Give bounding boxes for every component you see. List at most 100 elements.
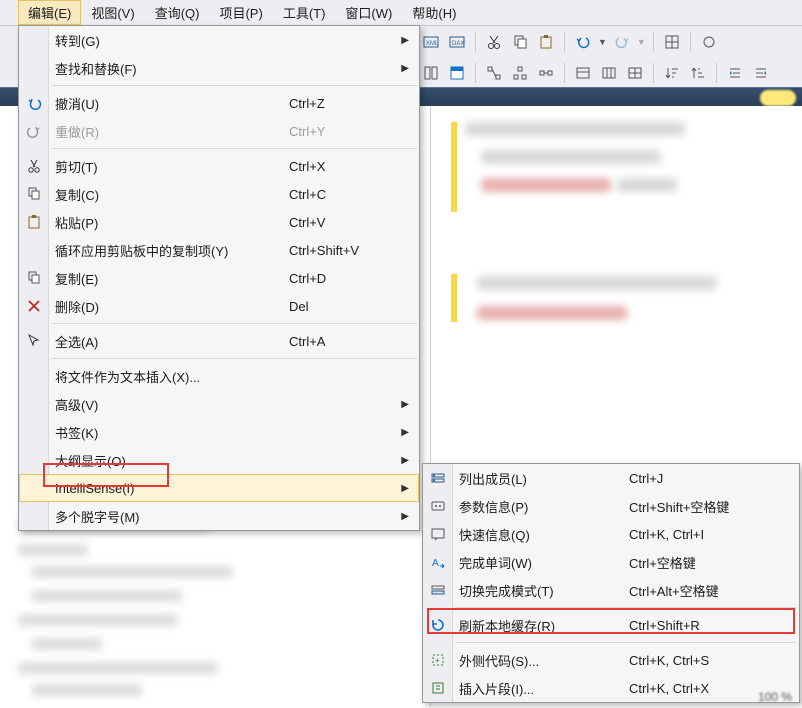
menu-item-label: 撤消(U) [55,94,289,113]
sort1-icon[interactable] [661,62,683,84]
menu-item-label: 全选(A) [55,332,289,351]
menu-item[interactable]: 复制(E)Ctrl+D [19,264,419,292]
grid-icon[interactable] [661,31,683,53]
menu-item[interactable]: IntelliSense(I)▶ [19,474,419,502]
dup-icon [26,270,42,286]
menu-item-label: 完成单词(W) [459,553,629,572]
menu-item-shortcut: Ctrl+X [289,159,399,174]
menu-item-label: 查找和替换(F) [55,59,289,78]
surround-icon: + [430,652,446,668]
sort2-icon[interactable] [687,62,709,84]
menu-item-shortcut: Ctrl+D [289,271,399,286]
menu-item[interactable]: 重做(R)Ctrl+Y [19,117,419,145]
menu-item[interactable]: 切换完成模式(T)Ctrl+Alt+空格键 [423,576,799,604]
copy-icon[interactable] [509,31,531,53]
menu-item[interactable]: 插入片段(I)...Ctrl+K, Ctrl+X [423,674,799,702]
menu-view[interactable]: 视图(V) [81,0,144,25]
table1-icon[interactable] [572,62,594,84]
menu-item[interactable]: 撤消(U)Ctrl+Z [19,89,419,117]
menu-item[interactable]: 复制(C)Ctrl+C [19,180,419,208]
members-icon [430,470,446,486]
svg-text:DAX: DAX [452,41,464,47]
menu-item-shortcut: Ctrl+K, Ctrl+S [629,653,779,668]
menu-item-shortcut: Ctrl+V [289,215,399,230]
menu-item-label: 删除(D) [55,297,289,316]
svg-text:+: + [435,656,440,665]
menu-item[interactable]: 参数信息(P)Ctrl+Shift+空格键 [423,492,799,520]
copy-icon [26,186,42,202]
quick-icon [430,526,446,542]
paste-icon[interactable] [535,31,557,53]
menu-item-shortcut: Ctrl+Alt+空格键 [629,581,779,600]
menu-item-label: 大纲显示(O) [55,451,289,470]
redo-icon[interactable] [611,31,633,53]
menu-item-shortcut: Ctrl+Z [289,96,399,111]
menu-item[interactable]: 循环应用剪贴板中的复制项(Y)Ctrl+Shift+V [19,236,419,264]
menu-edit[interactable]: 编辑(E) [18,0,81,25]
submenu-arrow-icon: ▶ [399,511,409,522]
menu-window[interactable]: 窗口(W) [335,0,402,25]
menu-item[interactable]: 剪切(T)Ctrl+X [19,152,419,180]
undo-icon[interactable] [572,31,594,53]
menu-item[interactable]: 将文件作为文本插入(X)... [19,362,419,390]
menu-item-label: 参数信息(P) [459,497,629,516]
menu-query[interactable]: 查询(Q) [145,0,210,25]
menu-item-label: 插入片段(I)... [459,679,629,698]
diagram3-icon[interactable] [535,62,557,84]
layout1-icon[interactable] [420,62,442,84]
menu-item[interactable]: 粘贴(P)Ctrl+V [19,208,419,236]
menu-item-shortcut: Ctrl+Shift+R [629,618,779,633]
menu-item[interactable]: 高级(V)▶ [19,390,419,418]
menu-item[interactable]: 多个脱字号(M)▶ [19,502,419,530]
menu-item-label: 高级(V) [55,395,289,414]
menu-item-shortcut: Ctrl+Shift+V [289,243,399,258]
cut-icon[interactable] [483,31,505,53]
menu-help[interactable]: 帮助(H) [402,0,466,25]
redo-icon [26,123,42,139]
table3-icon[interactable] [624,62,646,84]
diagram1-icon[interactable] [483,62,505,84]
word-icon: A [430,554,446,570]
delete-icon [26,298,42,314]
dax-icon[interactable]: DAX [446,31,468,53]
menu-item[interactable]: 列出成员(L)Ctrl+J [423,464,799,492]
menu-item-shortcut: Ctrl+Shift+空格键 [629,497,779,516]
menu-item[interactable]: + 外侧代码(S)...Ctrl+K, Ctrl+S [423,646,799,674]
xmla-icon[interactable]: XML [420,31,442,53]
menu-item-label: 转到(G) [55,31,289,50]
snippet-icon [430,680,446,696]
menu-item-label: 列出成员(L) [459,469,629,488]
menu-tools[interactable]: 工具(T) [273,0,336,25]
cut-icon [26,158,42,174]
menu-item[interactable]: 快速信息(Q)Ctrl+K, Ctrl+I [423,520,799,548]
menu-item[interactable]: 查找和替换(F)▶ [19,54,419,82]
menu-item-label: 外侧代码(S)... [459,651,629,670]
menu-item[interactable]: A完成单词(W)Ctrl+空格键 [423,548,799,576]
menu-item[interactable]: 转到(G)▶ [19,26,419,54]
indent-left-icon[interactable] [724,62,746,84]
layout2-icon[interactable] [446,62,468,84]
menu-item[interactable]: 删除(D)Del [19,292,419,320]
undo-icon [26,95,42,111]
svg-text:A: A [432,558,439,569]
menubar: 编辑(E) 视图(V) 查询(Q) 项目(P) 工具(T) 窗口(W) 帮助(H… [0,0,802,26]
menu-item[interactable]: 大纲显示(O)▶ [19,446,419,474]
menu-item-shortcut: Ctrl+K, Ctrl+I [629,527,779,542]
menu-item[interactable]: 书签(K)▶ [19,418,419,446]
menu-item-shortcut: Ctrl+K, Ctrl+X [629,681,779,696]
table2-icon[interactable] [598,62,620,84]
submenu-arrow-icon: ▶ [399,427,409,438]
settings-icon[interactable] [698,31,720,53]
menu-item-label: 复制(C) [55,185,289,204]
menu-item-shortcut: Del [289,299,399,314]
menu-item[interactable]: 刷新本地缓存(R)Ctrl+Shift+R [423,611,799,639]
menu-item[interactable]: 全选(A)Ctrl+A [19,327,419,355]
menu-project[interactable]: 项目(P) [209,0,272,25]
svg-text:XML: XML [426,41,439,47]
diagram2-icon[interactable] [509,62,531,84]
refresh-icon [430,617,446,633]
menu-item-label: 复制(E) [55,269,289,288]
indent-right-icon[interactable] [750,62,772,84]
menu-item-label: 快速信息(Q) [459,525,629,544]
params-icon [430,498,446,514]
